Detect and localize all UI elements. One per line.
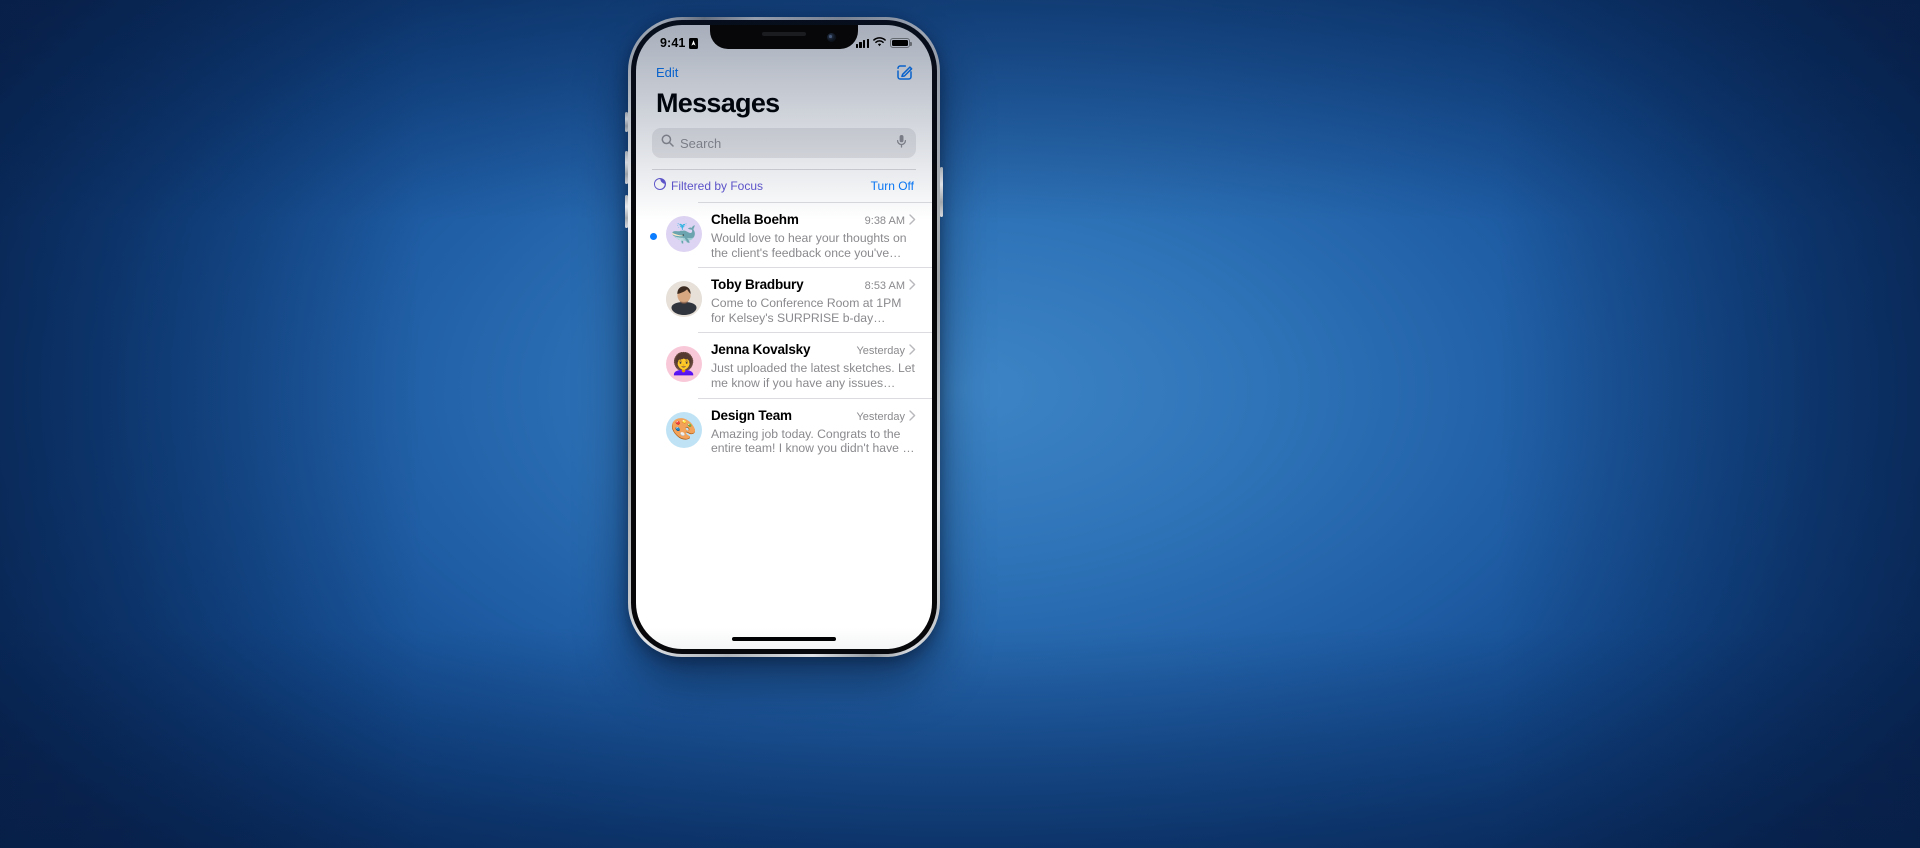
unread-indicator-empty	[650, 429, 657, 436]
chevron-right-icon	[909, 342, 916, 360]
chevron-right-icon	[909, 277, 916, 295]
message-timestamp: 8:53 AM	[864, 280, 905, 293]
message-timestamp: 9:38 AM	[864, 215, 905, 227]
location-services-icon	[689, 37, 699, 49]
volume-up-button[interactable]	[625, 151, 628, 184]
page-title: Messages	[656, 88, 780, 118]
avatar-glyph: 🐳	[670, 222, 698, 246]
conversation-meta: 8:53 AM	[865, 277, 916, 295]
unread-indicator-empty	[650, 298, 657, 305]
contact-name: Jenna Kovalsky	[711, 342, 811, 358]
conversation-list: 🐳 Chella Boehm 9:38 AM Would love to hear y…	[636, 202, 932, 463]
focus-moon-icon	[654, 177, 666, 195]
conversation-body: Jenna Kovalsky Yesterday Just uploaded the…	[711, 339, 916, 390]
cellular-bars-icon	[855, 38, 869, 48]
message-preview: Amazing job today. Congrats to the entir…	[711, 426, 910, 456]
chevron-right-icon	[909, 212, 916, 230]
compose-icon[interactable]	[895, 63, 914, 82]
search-bar[interactable]	[652, 128, 916, 158]
conversation-header: Toby Bradbury 8:53 AM	[711, 277, 916, 295]
avatar	[666, 281, 702, 318]
message-timestamp: Yesterday	[856, 345, 905, 358]
device-bezel: 9:41 Edit Messages Search Filtered by Fo…	[631, 20, 937, 654]
conversation-meta: Yesterday	[856, 408, 916, 426]
iphone-device: 9:41 Edit Messages Search Filtered by Fo…	[625, 17, 943, 657]
message-preview: Just uploaded the latest sketches. Let m…	[711, 361, 915, 390]
wifi-icon	[873, 34, 886, 52]
conversation-header: Design Team Yesterday	[711, 408, 916, 426]
avatar: 👩‍🦱	[666, 346, 702, 383]
edit-button[interactable]: Edit	[656, 65, 678, 80]
conversation-row[interactable]: 👩‍🦱 Jenna Kovalsky Yesterday Just uploaded …	[636, 332, 932, 397]
focus-label: Filtered by Focus	[671, 179, 764, 193]
focus-status: Filtered by Focus	[654, 177, 763, 195]
unread-indicator-empty	[650, 363, 657, 370]
avatar: 🐳	[666, 216, 702, 252]
mute-switch[interactable]	[625, 112, 628, 132]
search-container	[636, 119, 932, 158]
device-screen: 9:41 Edit Messages Search Filtered by Fo…	[636, 25, 932, 649]
microphone-icon[interactable]	[896, 134, 907, 153]
unread-indicator	[650, 233, 657, 240]
conversation-header: Chella Boehm 9:38 AM	[711, 212, 916, 230]
contact-name: Toby Bradbury	[711, 277, 804, 293]
conversation-row[interactable]: Toby Bradbury 8:53 AM Come to Conference R…	[636, 267, 932, 332]
volume-down-button[interactable]	[625, 195, 628, 228]
search-icon	[661, 134, 674, 152]
contact-name: Design Team	[711, 407, 792, 423]
focus-filter-row: Filtered by Focus Turn Off	[636, 170, 932, 202]
conversation-header: Jenna Kovalsky Yesterday	[711, 342, 916, 360]
status-indicators	[855, 34, 912, 52]
home-indicator[interactable]	[732, 637, 836, 641]
avatar: 🎨	[666, 411, 702, 448]
navigation-bar: Edit	[636, 55, 932, 82]
status-bar: 9:41	[636, 25, 932, 55]
conversation-row[interactable]: 🐳 Chella Boehm 9:38 AM Would love to hear y…	[636, 202, 932, 267]
status-time: 9:41	[660, 36, 686, 50]
battery-full-icon	[890, 38, 912, 48]
avatar-glyph: 👩‍🦱	[670, 352, 698, 376]
chevron-right-icon	[909, 408, 916, 426]
conversation-meta: 9:38 AM	[865, 212, 916, 230]
conversation-meta: Yesterday	[856, 342, 916, 360]
message-timestamp: Yesterday	[856, 410, 905, 423]
conversation-body: Design Team Yesterday Amazing job today. C…	[711, 405, 916, 456]
conversation-body: Toby Bradbury 8:53 AM Come to Conference R…	[711, 274, 916, 325]
search-input[interactable]	[680, 135, 890, 151]
message-preview: Come to Conference Room at 1PM for Kelse…	[711, 296, 902, 325]
conversation-row[interactable]: 🎨 Design Team Yesterday Amazing job today. …	[636, 397, 932, 463]
wallpaper-background: 9:41 Edit Messages Search Filtered by Fo…	[0, 0, 1920, 848]
turn-off-focus-button[interactable]: Turn Off	[871, 179, 914, 193]
avatar-glyph: 🎨	[670, 418, 698, 442]
conversation-body: Chella Boehm 9:38 AM Would love to hear yo…	[711, 209, 916, 260]
contact-name: Chella Boehm	[711, 212, 799, 227]
power-button[interactable]	[940, 167, 943, 217]
message-preview: Would love to hear your thoughts on the …	[711, 231, 907, 260]
